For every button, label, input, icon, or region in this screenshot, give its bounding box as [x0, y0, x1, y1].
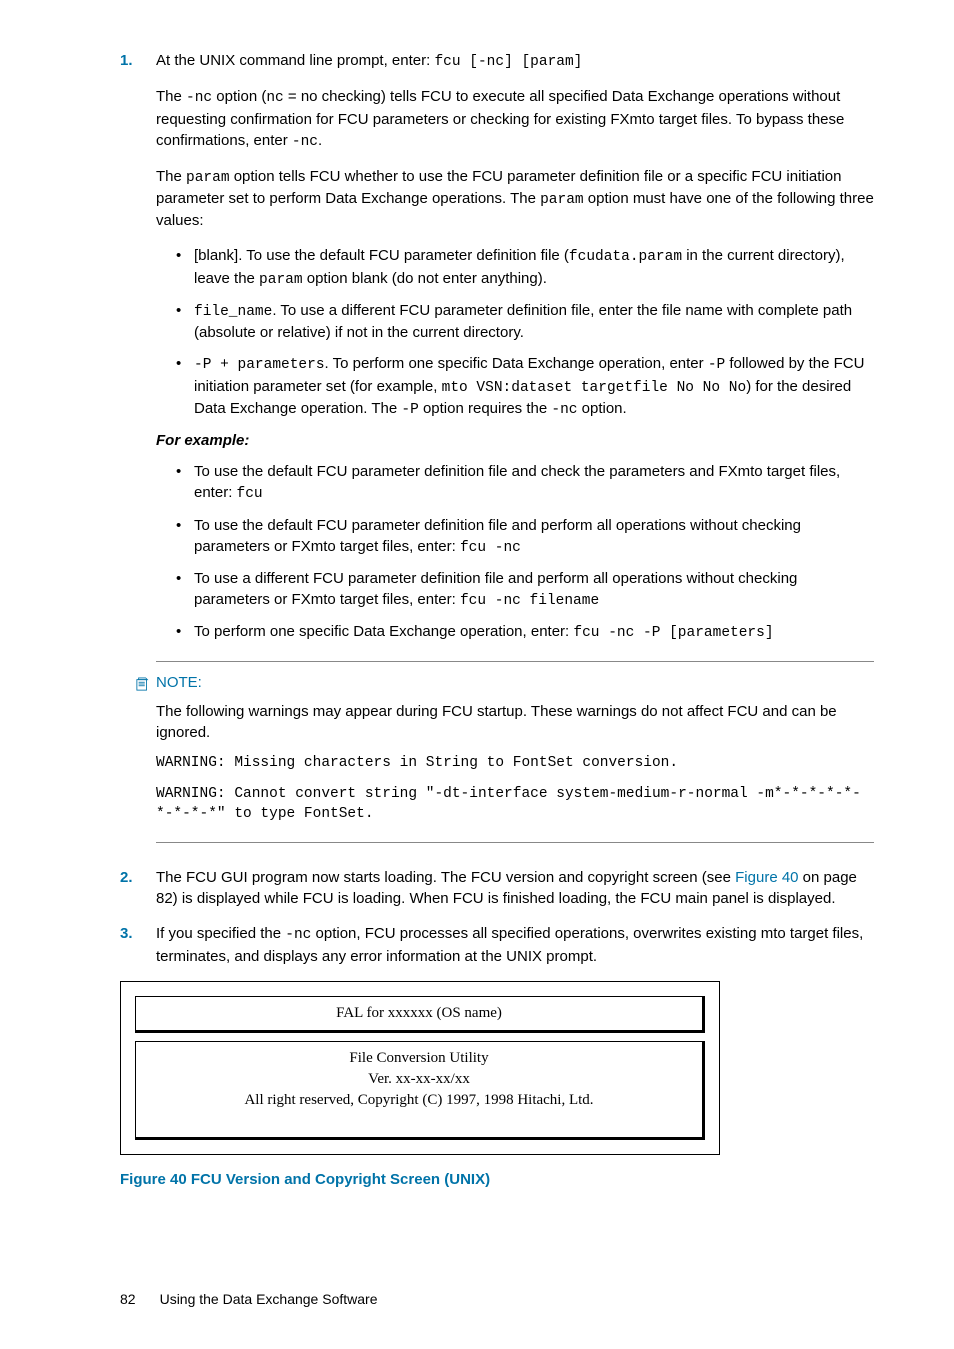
figure-body: File Conversion Utility Ver. xx-xx-xx/xx… — [135, 1041, 705, 1140]
text: [blank]. To use the default FCU paramete… — [194, 247, 569, 264]
list-item: To use a different FCU parameter definit… — [176, 568, 874, 611]
list-item: To use the default FCU parameter definit… — [176, 515, 874, 558]
code: mto VSN:dataset targetfile No No No — [442, 380, 747, 396]
step-1: 1. At the UNIX command line prompt, ente… — [120, 50, 874, 843]
code: -P — [708, 357, 725, 373]
page-footer: 82 Using the Data Exchange Software — [120, 1290, 874, 1310]
figure-line: File Conversion Utility — [136, 1048, 702, 1069]
note-body: The following warnings may appear during… — [156, 701, 874, 824]
figure-caption: Figure 40 FCU Version and Copyright Scre… — [120, 1169, 874, 1190]
text: At the UNIX command line prompt, enter: — [156, 52, 434, 69]
note-label: NOTE: — [156, 672, 202, 693]
code: -nc — [292, 134, 318, 150]
code: fcu -nc — [460, 540, 521, 556]
figure-line: All right reserved, Copyright (C) 1997, … — [136, 1090, 702, 1111]
code: param — [186, 170, 230, 186]
text: To use the default FCU parameter definit… — [194, 463, 840, 501]
text: If you specified the — [156, 925, 285, 942]
text: . To perform one specific Data Exchange … — [325, 355, 708, 372]
chapter-title: Using the Data Exchange Software — [160, 1290, 378, 1310]
warning-text: WARNING: Missing characters in String to… — [156, 753, 874, 773]
code: -P — [401, 402, 418, 418]
text: option ( — [212, 88, 266, 105]
code: -P + parameters — [194, 357, 325, 373]
text: option. — [577, 400, 626, 417]
code: -nc — [285, 927, 311, 943]
figure-box: FAL for xxxxxx (OS name) File Conversion… — [120, 981, 720, 1155]
step-1-intro: At the UNIX command line prompt, enter: … — [156, 50, 874, 72]
step-3-number: 3. — [120, 923, 133, 944]
text: . — [318, 132, 322, 149]
list-item: To perform one specific Data Exchange op… — [176, 621, 874, 643]
step-1-number: 1. — [120, 50, 133, 71]
note-icon — [136, 676, 150, 690]
code: fcu [-nc] [param] — [434, 54, 582, 70]
code: param — [540, 192, 584, 208]
list-item: -P + parameters. To perform one specific… — [176, 353, 874, 420]
code: -nc — [551, 402, 577, 418]
code: nc — [266, 90, 283, 106]
code: file_name — [194, 304, 272, 320]
code: fcu — [237, 486, 263, 502]
note-block: NOTE: The following warnings may appear … — [156, 661, 874, 843]
step-2-text: The FCU GUI program now starts loading. … — [156, 867, 874, 909]
step-2: 2. The FCU GUI program now starts loadin… — [120, 867, 874, 909]
example-list: To use the default FCU parameter definit… — [156, 461, 874, 643]
figure-titlebar: FAL for xxxxxx (OS name) — [135, 996, 705, 1033]
text: The — [156, 88, 186, 105]
code: -nc — [186, 90, 212, 106]
list-item: [blank]. To use the default FCU paramete… — [176, 245, 874, 290]
text: option blank (do not enter anything). — [303, 270, 547, 287]
figure-link[interactable]: Figure 40 — [735, 869, 798, 886]
code: fcu -nc -P [parameters] — [573, 625, 773, 641]
example-label: For example: — [156, 430, 874, 451]
warning-text: WARNING: Cannot convert string "-dt-inte… — [156, 784, 874, 825]
text: To perform one specific Data Exchange op… — [194, 623, 573, 640]
step-1-para2: The -nc option (nc = no checking) tells … — [156, 86, 874, 152]
step-1-para3: The param option tells FCU whether to us… — [156, 166, 874, 232]
note-heading: NOTE: — [136, 672, 874, 693]
text: The — [156, 168, 186, 185]
note-text: The following warnings may appear during… — [156, 701, 874, 743]
step-2-number: 2. — [120, 867, 133, 888]
text: The FCU GUI program now starts loading. … — [156, 869, 735, 886]
list-item: file_name. To use a different FCU parame… — [176, 300, 874, 343]
code: fcu -nc filename — [460, 593, 599, 609]
text: option requires the — [419, 400, 552, 417]
text: . To use a different FCU parameter defin… — [194, 302, 852, 341]
param-list: [blank]. To use the default FCU paramete… — [156, 245, 874, 420]
figure-line: Ver. xx-xx-xx/xx — [136, 1069, 702, 1090]
code: param — [259, 272, 303, 288]
step-3: 3. If you specified the -nc option, FCU … — [120, 923, 874, 966]
step-3-text: If you specified the -nc option, FCU pro… — [156, 923, 874, 966]
list-item: To use the default FCU parameter definit… — [176, 461, 874, 504]
code: fcudata.param — [569, 249, 682, 265]
figure-title: FAL for xxxxxx (OS name) — [336, 1005, 502, 1021]
page-number: 82 — [120, 1290, 136, 1310]
